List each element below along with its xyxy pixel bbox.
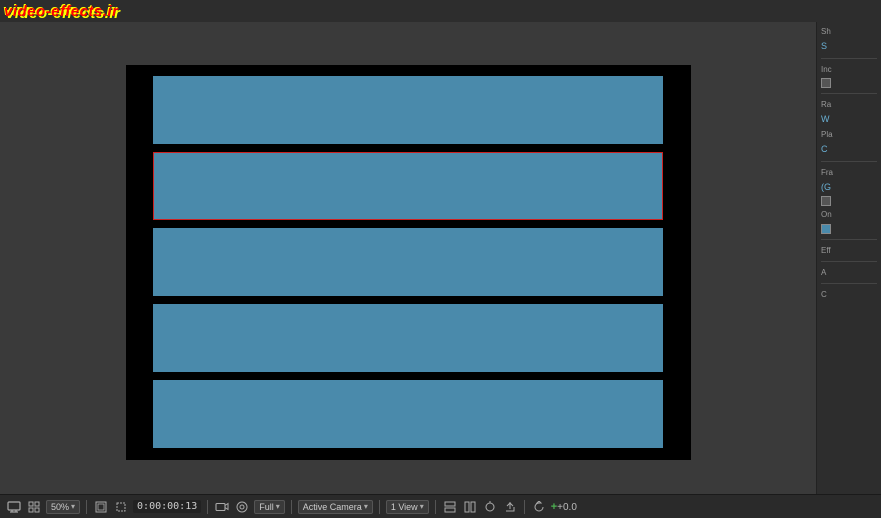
watermark-text: video-effects.ir bbox=[4, 3, 118, 20]
camera-arrow: ▾ bbox=[364, 502, 368, 511]
layout-icon-1[interactable] bbox=[442, 499, 458, 515]
plus-value: +0.0 bbox=[557, 502, 577, 513]
top-bar: video-effects.ir bbox=[0, 0, 881, 22]
right-panel-section4-label: Pla bbox=[821, 129, 877, 140]
view-arrow: ▾ bbox=[420, 502, 424, 511]
right-panel-section8-label: A bbox=[821, 267, 877, 278]
right-panel-divider4 bbox=[821, 239, 877, 240]
blue-bar-4 bbox=[153, 304, 663, 372]
right-panel-divider6 bbox=[821, 283, 877, 284]
separator3 bbox=[291, 500, 292, 514]
zoom-arrow: ▾ bbox=[71, 502, 75, 511]
monitor-icon[interactable] bbox=[6, 499, 22, 515]
right-panel-section6-label: On bbox=[821, 209, 877, 220]
crop-icon[interactable] bbox=[113, 499, 129, 515]
layout-icon-2[interactable] bbox=[462, 499, 478, 515]
right-panel-section7-label: Eff bbox=[821, 245, 877, 256]
viewer-area bbox=[0, 22, 816, 494]
quality-arrow: ▾ bbox=[276, 502, 280, 511]
separator4 bbox=[379, 500, 380, 514]
checkbox1[interactable] bbox=[821, 78, 831, 88]
blue-bar-3 bbox=[153, 228, 663, 296]
right-panel-checkbox2[interactable] bbox=[821, 196, 877, 206]
separator5 bbox=[435, 500, 436, 514]
right-panel-checkbox3[interactable] bbox=[821, 224, 877, 234]
export-icon[interactable] bbox=[502, 499, 518, 515]
right-panel-section5-label: Fra bbox=[821, 167, 877, 178]
zoom-dropdown[interactable]: 50% ▾ bbox=[46, 500, 80, 514]
snapshot-icon[interactable] bbox=[482, 499, 498, 515]
right-panel-divider2 bbox=[821, 93, 877, 94]
camera-label: Active Camera bbox=[303, 502, 362, 512]
right-panel-section2-label: Inc bbox=[821, 64, 877, 75]
bottom-toolbar: 50% ▾ 0:00:00:13 Full ▾ Active Camera ▾ … bbox=[0, 494, 881, 518]
main-content: Sh S Inc Ra W Pla C Fra (G On Eff A C bbox=[0, 22, 881, 494]
right-panel-section1-value: S bbox=[821, 40, 877, 53]
right-panel-section1-label: Sh bbox=[821, 26, 877, 37]
frame-icon[interactable] bbox=[93, 499, 109, 515]
quality-dropdown[interactable]: Full ▾ bbox=[254, 500, 285, 514]
blue-bar-5 bbox=[153, 380, 663, 448]
right-panel-section3-label: Ra bbox=[821, 99, 877, 110]
camera-dropdown[interactable]: Active Camera ▾ bbox=[298, 500, 373, 514]
quality-value: Full bbox=[259, 502, 274, 512]
separator6 bbox=[524, 500, 525, 514]
grid-icon[interactable] bbox=[26, 499, 42, 515]
right-panel-section5-value: (G bbox=[821, 181, 877, 194]
checkbox3-checked[interactable] bbox=[821, 224, 831, 234]
checkbox2[interactable] bbox=[821, 196, 831, 206]
right-panel-divider3 bbox=[821, 161, 877, 162]
composition-viewer bbox=[126, 65, 691, 460]
separator1 bbox=[86, 500, 87, 514]
camera-icon[interactable] bbox=[214, 499, 230, 515]
right-panel-checkbox1[interactable] bbox=[821, 78, 877, 88]
view-label: 1 View bbox=[391, 502, 418, 512]
blue-bar-1 bbox=[153, 76, 663, 144]
right-panel-section3-value: W bbox=[821, 113, 877, 126]
right-panel-divider1 bbox=[821, 58, 877, 59]
separator2 bbox=[207, 500, 208, 514]
blue-bar-2 bbox=[153, 152, 663, 220]
view-dropdown[interactable]: 1 View ▾ bbox=[386, 500, 429, 514]
plus-value-display: ++0.0 bbox=[551, 501, 577, 513]
right-panel-divider5 bbox=[821, 261, 877, 262]
color-wheel-icon[interactable] bbox=[234, 499, 250, 515]
right-panel-section4-value: C bbox=[821, 143, 877, 156]
rotation-icon[interactable] bbox=[531, 499, 547, 515]
right-panel: Sh S Inc Ra W Pla C Fra (G On Eff A C bbox=[816, 22, 881, 494]
time-display[interactable]: 0:00:00:13 bbox=[133, 500, 201, 513]
right-panel-section9-label: C bbox=[821, 289, 877, 300]
zoom-value: 50% bbox=[51, 502, 69, 512]
